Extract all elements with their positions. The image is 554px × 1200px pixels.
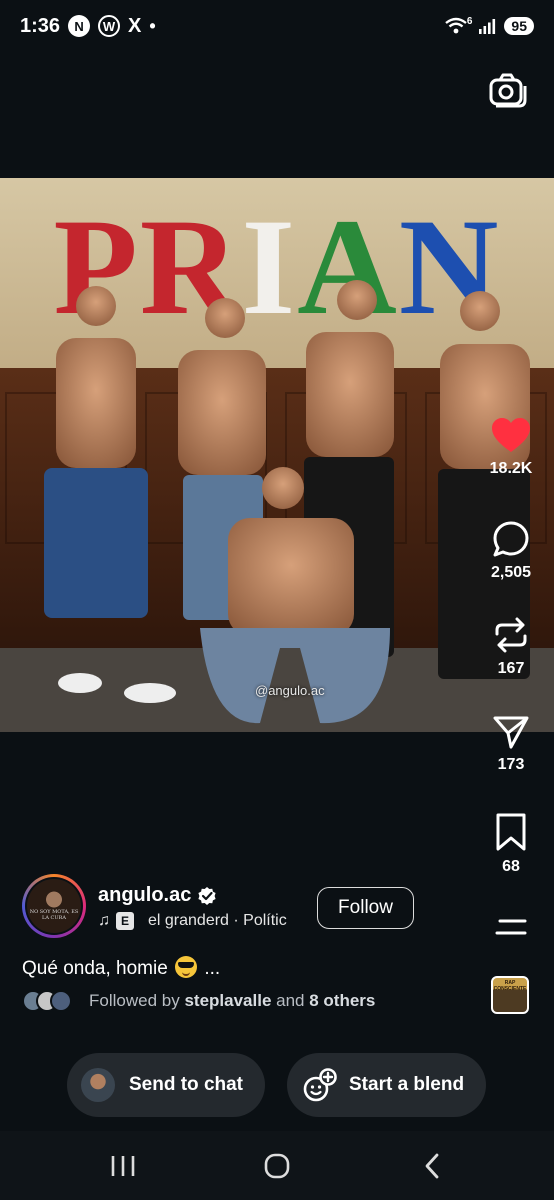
send-to-chat-button[interactable]: Send to chat xyxy=(67,1053,265,1117)
blend-icon xyxy=(303,1068,337,1102)
follower-avatar xyxy=(50,990,72,1012)
caption[interactable]: Qué onda, homie ... xyxy=(22,956,220,980)
heart-icon[interactable] xyxy=(491,418,531,454)
bookmark-icon[interactable] xyxy=(494,812,528,852)
music-note-icon: ♫ xyxy=(98,912,110,929)
more-action[interactable] xyxy=(480,916,542,938)
more-notifications-dot: • xyxy=(149,15,156,36)
x-notification-icon: X xyxy=(128,14,142,37)
verified-badge-icon xyxy=(198,886,216,905)
wall-letter-group: I xyxy=(241,190,297,343)
like-action[interactable]: 18.2K xyxy=(480,418,542,478)
explicit-badge: E xyxy=(116,912,134,930)
status-right: 6 95 xyxy=(445,15,534,35)
recent-apps-icon[interactable] xyxy=(108,1151,138,1181)
start-blend-button[interactable]: Start a blend xyxy=(287,1053,486,1117)
share-action[interactable]: 173 xyxy=(480,714,542,774)
username-text[interactable]: angulo.ac xyxy=(98,884,191,907)
caption-text: Qué onda, homie xyxy=(22,958,168,979)
cell-signal-icon xyxy=(479,19,496,34)
netflix-notification-icon: N xyxy=(68,15,91,37)
repost-action[interactable]: 167 xyxy=(480,616,542,678)
followed-prefix: Followed by xyxy=(89,991,180,1010)
followed-and: and xyxy=(276,991,305,1010)
repost-icon[interactable] xyxy=(493,616,529,654)
status-left: 1:36 N W X • xyxy=(20,15,156,38)
watermark: @angulo.ac xyxy=(255,683,325,698)
status-bar: 1:36 N W X • 6 95 xyxy=(0,0,554,52)
camera-icon[interactable] xyxy=(488,72,528,108)
save-count: 68 xyxy=(502,858,520,875)
audio-thumbnail-text: RAP CONSCIENTE xyxy=(493,980,527,992)
comment-icon[interactable] xyxy=(492,520,530,558)
send-to-chat-label: Send to chat xyxy=(129,1074,244,1095)
start-blend-label: Start a blend xyxy=(349,1074,465,1095)
clock: 1:36 xyxy=(20,14,61,37)
avatar-caption: NO SOY MOTA, ES LA CURA xyxy=(29,909,79,921)
chat-avatar xyxy=(81,1068,115,1102)
reel-image: PRIAN xyxy=(0,178,554,732)
audio-thumbnail[interactable]: RAP CONSCIENTE xyxy=(491,976,529,1014)
followed-others[interactable]: 8 others xyxy=(309,991,375,1011)
sunglasses-emoji-icon xyxy=(175,956,198,978)
system-nav-bar xyxy=(0,1131,554,1200)
wall-graffiti-text: PRIAN xyxy=(53,190,500,343)
wall-letter-group: A xyxy=(297,190,399,343)
send-icon[interactable] xyxy=(492,714,530,750)
caption-more[interactable]: ... xyxy=(204,958,220,979)
wifi-icon xyxy=(445,17,467,34)
more-options-icon[interactable] xyxy=(494,916,528,938)
comment-count: 2,505 xyxy=(490,564,532,581)
audio-info[interactable]: ♫ E el granderd · Polític xyxy=(98,912,306,930)
back-icon[interactable] xyxy=(418,1151,448,1181)
whatsapp-notification-icon: W xyxy=(98,15,121,37)
wifi-generation: 6 xyxy=(466,15,473,27)
follower-avatars xyxy=(22,990,80,1012)
save-action[interactable]: 68 xyxy=(480,812,542,876)
followed-user[interactable]: steplavalle xyxy=(184,991,271,1011)
share-count: 173 xyxy=(497,756,525,773)
audio-title[interactable]: el granderd · Polític xyxy=(148,912,287,930)
home-icon[interactable] xyxy=(262,1151,292,1181)
reel-media[interactable]: PRIAN @angulo.ac xyxy=(0,178,554,732)
author-avatar[interactable]: NO SOY MOTA, ES LA CURA xyxy=(22,874,86,938)
author-username[interactable]: angulo.ac xyxy=(98,884,217,907)
comment-action[interactable]: 2,505 xyxy=(480,520,542,582)
battery-level: 95 xyxy=(504,17,534,35)
followed-by[interactable]: Followed by steplavalle and 8 others xyxy=(22,990,375,1012)
follow-button[interactable]: Follow xyxy=(317,887,414,929)
repost-count: 167 xyxy=(497,660,525,677)
like-count: 18.2K xyxy=(489,460,533,477)
